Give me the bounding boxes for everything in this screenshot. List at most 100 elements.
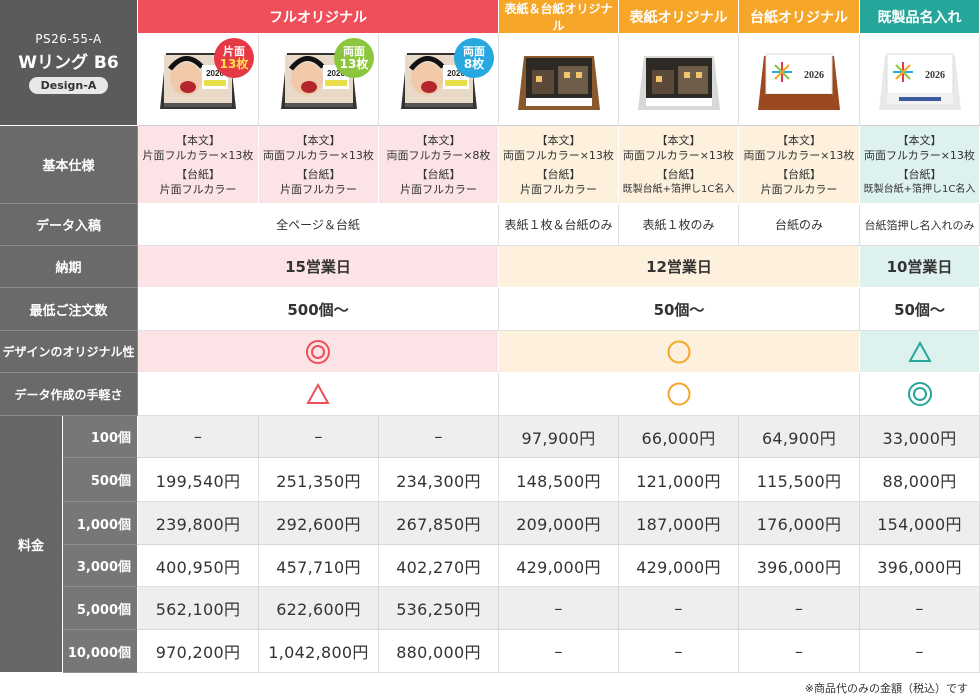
badge-double-8: 両面 8枚 bbox=[454, 38, 494, 78]
product-code: PS26-55-A bbox=[35, 31, 102, 46]
price-cell: 457,710円 bbox=[259, 545, 379, 587]
price-cell: 970,200円 bbox=[138, 630, 259, 673]
spec-daishi-value: 既製台紙+箔押し1C名入 bbox=[622, 183, 735, 195]
qty-10000: 10,000個 bbox=[63, 630, 138, 673]
header-cover-and-stand: 表紙＆台紙オリジナル bbox=[499, 0, 619, 34]
delivery-partial: 12営業日 bbox=[499, 246, 860, 288]
price-cell: 396,000円 bbox=[739, 545, 860, 587]
double-circle-icon bbox=[306, 339, 330, 364]
ease-partial bbox=[499, 373, 860, 416]
spec-honbun-label: 【本文】 bbox=[897, 133, 942, 147]
product-name: Wリング B6 bbox=[18, 52, 119, 73]
originality-ready bbox=[860, 331, 980, 373]
price-cell: – bbox=[379, 416, 499, 458]
row-label-min-order: 最低ご注文数 bbox=[0, 288, 138, 331]
price-cell: 536,250円 bbox=[379, 587, 499, 630]
price-cell: 429,000円 bbox=[499, 545, 619, 587]
price-cell: 267,850円 bbox=[379, 502, 499, 545]
price-comparison-table: PS26-55-A Wリング B6 Design-A フルオリジナル 表紙＆台紙… bbox=[0, 0, 980, 674]
calendar-house-icon bbox=[637, 55, 720, 110]
qty-100: 100個 bbox=[63, 416, 138, 458]
spec-daishi-label: 【台紙】 bbox=[176, 167, 220, 181]
calendar-house-icon bbox=[517, 55, 600, 110]
thumb-year: 2026 bbox=[804, 70, 824, 81]
ease-ready bbox=[860, 373, 980, 416]
badge-count: 13枚 bbox=[219, 57, 249, 71]
row-label-ease: データ作成の手軽さ bbox=[0, 373, 138, 416]
footnote: ※商品代のみの金額（税込）です bbox=[804, 682, 968, 695]
price-cell: 187,000円 bbox=[619, 502, 739, 545]
header-cover-original: 表紙オリジナル bbox=[619, 0, 739, 34]
badge-single-13: 片面 13枚 bbox=[214, 38, 254, 78]
price-cell: 429,000円 bbox=[619, 545, 739, 587]
spec-daishi-label: 【台紙】 bbox=[416, 167, 461, 181]
spec-daishi-value: 片面フルカラー bbox=[280, 182, 357, 196]
header-full-original: フルオリジナル bbox=[138, 0, 499, 34]
price-cell: 121,000円 bbox=[619, 458, 739, 502]
price-cell: 97,900円 bbox=[499, 416, 619, 458]
spec-honbun-value: 両面フルカラー×13枚 bbox=[263, 148, 374, 162]
spec-daishi-value: 片面フルカラー bbox=[760, 182, 838, 196]
spec-daishi-value: 片面フルカラー bbox=[520, 182, 597, 196]
triangle-icon bbox=[907, 340, 932, 362]
price-cell: 562,100円 bbox=[138, 587, 259, 630]
spec-daishi-label: 【台紙】 bbox=[656, 167, 701, 181]
price-cell: 622,600円 bbox=[259, 587, 379, 630]
spec-honbun-label: 【本文】 bbox=[176, 133, 220, 147]
spec-daishi-label: 【台紙】 bbox=[536, 167, 581, 181]
price-cell: – bbox=[619, 587, 739, 630]
spec-cell: 【本文】 両面フルカラー×13枚 【台紙】 片面フルカラー bbox=[259, 126, 379, 204]
spec-honbun-value: 両面フルカラー×13枚 bbox=[743, 148, 855, 162]
price-cell: 148,500円 bbox=[499, 458, 619, 502]
price-cell: – bbox=[739, 587, 860, 630]
price-cell: – bbox=[619, 630, 739, 673]
spec-cell: 【本文】 両面フルカラー×8枚 【台紙】 片面フルカラー bbox=[379, 126, 499, 204]
row-label-spec: 基本仕様 bbox=[0, 126, 138, 204]
thumb-stand-original: 2026 bbox=[739, 34, 860, 126]
qty-3000: 3,000個 bbox=[63, 545, 138, 587]
calendar-starburst-icon: 2026 bbox=[758, 53, 840, 110]
spec-cell: 【本文】 両面フルカラー×13枚 【台紙】 片面フルカラー bbox=[739, 126, 860, 204]
price-cell: 88,000円 bbox=[860, 458, 980, 502]
spec-cell: 【本文】 両面フルカラー×13枚 【台紙】 既製台紙+箔押し1C名入 bbox=[860, 126, 980, 204]
circle-icon bbox=[667, 382, 691, 406]
price-cell: 234,300円 bbox=[379, 458, 499, 502]
price-table-page: PS26-55-A Wリング B6 Design-A フルオリジナル 表紙＆台紙… bbox=[0, 0, 980, 700]
price-cell: 239,800円 bbox=[138, 502, 259, 545]
thumb-ready-made: 2026 bbox=[860, 34, 980, 126]
originality-partial bbox=[499, 331, 860, 373]
calendar-starburst-icon: 2026 bbox=[878, 53, 961, 110]
spec-honbun-value: 両面フルカラー×13枚 bbox=[864, 148, 975, 162]
data-submit-full: 全ページ＆台紙 bbox=[138, 204, 499, 246]
price-cell: 292,600円 bbox=[259, 502, 379, 545]
price-cell: 396,000円 bbox=[860, 545, 980, 587]
spec-honbun-label: 【本文】 bbox=[777, 133, 821, 147]
thumb-cover-and-stand bbox=[499, 34, 619, 126]
circle-icon bbox=[667, 340, 691, 363]
price-cell: 209,000円 bbox=[499, 502, 619, 545]
spec-cell: 【本文】 片面フルカラー×13枚 【台紙】 片面フルカラー bbox=[138, 126, 259, 204]
spec-daishi-value: 片面フルカラー bbox=[400, 182, 477, 196]
price-cell: – bbox=[860, 630, 980, 673]
badge-count: 8枚 bbox=[463, 57, 485, 71]
price-cell: – bbox=[739, 630, 860, 673]
min-order-full: 500個〜 bbox=[138, 288, 499, 331]
price-cell: 199,540円 bbox=[138, 458, 259, 502]
product-info: PS26-55-A Wリング B6 Design-A bbox=[0, 0, 138, 126]
price-cell: 66,000円 bbox=[619, 416, 739, 458]
price-cell: 176,000円 bbox=[739, 502, 860, 545]
price-cell: – bbox=[259, 416, 379, 458]
qty-5000: 5,000個 bbox=[63, 587, 138, 630]
price-cell: 154,000円 bbox=[860, 502, 980, 545]
row-label-originality: デザインのオリジナル性 bbox=[0, 331, 138, 373]
design-pill: Design-A bbox=[28, 76, 109, 94]
price-cell: 33,000円 bbox=[860, 416, 980, 458]
thumb-full-13-double: 2026 両面 13枚 bbox=[259, 34, 379, 126]
price-cell: – bbox=[860, 587, 980, 630]
spec-cell: 【本文】 両面フルカラー×13枚 【台紙】 片面フルカラー bbox=[499, 126, 619, 204]
spec-cell: 【本文】 両面フルカラー×13枚 【台紙】 既製台紙+箔押し1C名入 bbox=[619, 126, 739, 204]
spec-honbun-value: 両面フルカラー×13枚 bbox=[623, 148, 734, 162]
double-circle-icon bbox=[907, 382, 932, 406]
thumb-year: 2026 bbox=[925, 70, 945, 81]
price-cell: 115,500円 bbox=[739, 458, 860, 502]
